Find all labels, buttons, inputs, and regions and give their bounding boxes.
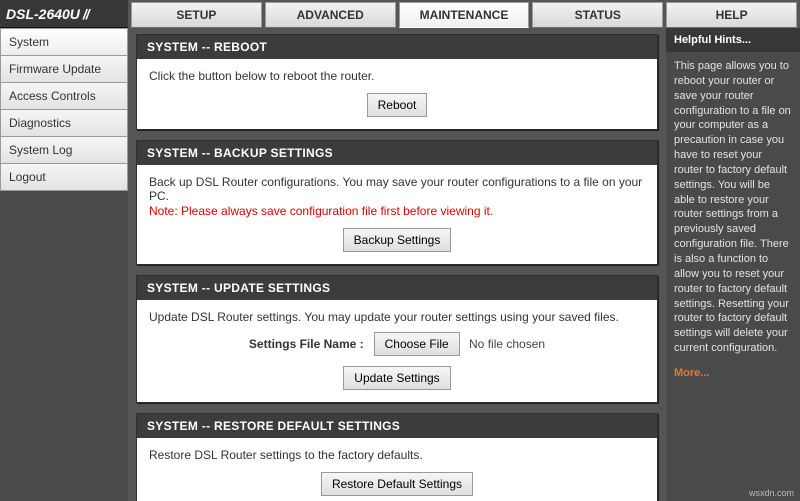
card-restore: SYSTEM -- RESTORE DEFAULT SETTINGS Resto… bbox=[136, 413, 658, 501]
card-restore-title: SYSTEM -- RESTORE DEFAULT SETTINGS bbox=[137, 414, 657, 438]
watermark: wsxdn.com bbox=[749, 488, 794, 498]
reboot-button[interactable]: Reboot bbox=[367, 93, 428, 117]
sidebar-item-system[interactable]: System bbox=[0, 28, 128, 56]
sidebar-item-access-controls[interactable]: Access Controls bbox=[0, 83, 128, 110]
file-label: Settings File Name : bbox=[249, 337, 364, 351]
backup-button[interactable]: Backup Settings bbox=[343, 228, 452, 252]
card-update-title: SYSTEM -- UPDATE SETTINGS bbox=[137, 276, 657, 300]
hints-title: Helpful Hints... bbox=[666, 28, 800, 52]
main-content: SYSTEM -- REBOOT Click the button below … bbox=[128, 28, 666, 501]
update-settings-button[interactable]: Update Settings bbox=[343, 366, 450, 390]
backup-note: Note: Please always save configuration f… bbox=[149, 204, 645, 218]
hints-panel: Helpful Hints... This page allows you to… bbox=[666, 28, 800, 501]
model-text: DSL-2640U bbox=[6, 6, 80, 22]
card-reboot-title: SYSTEM -- REBOOT bbox=[137, 35, 657, 59]
tab-setup[interactable]: SETUP bbox=[131, 2, 262, 28]
card-backup: SYSTEM -- BACKUP SETTINGS Back up DSL Ro… bbox=[136, 140, 658, 265]
card-reboot: SYSTEM -- REBOOT Click the button below … bbox=[136, 34, 658, 130]
sidebar-item-firmware-update[interactable]: Firmware Update bbox=[0, 56, 128, 83]
card-update: SYSTEM -- UPDATE SETTINGS Update DSL Rou… bbox=[136, 275, 658, 403]
update-text: Update DSL Router settings. You may upda… bbox=[149, 310, 645, 324]
restore-default-button[interactable]: Restore Default Settings bbox=[321, 472, 473, 496]
tab-advanced[interactable]: ADVANCED bbox=[265, 2, 396, 28]
tab-maintenance[interactable]: MAINTENANCE bbox=[399, 2, 530, 28]
sidebar-item-diagnostics[interactable]: Diagnostics bbox=[0, 110, 128, 137]
tab-help[interactable]: HELP bbox=[666, 2, 797, 28]
sidebar-item-system-log[interactable]: System Log bbox=[0, 137, 128, 164]
choose-file-button[interactable]: Choose File bbox=[374, 332, 460, 356]
main-tabs: SETUP ADVANCED MAINTENANCE STATUS HELP bbox=[128, 0, 800, 28]
sidebar: System Firmware Update Access Controls D… bbox=[0, 28, 128, 501]
hints-more-link[interactable]: More... bbox=[674, 366, 709, 381]
restore-text: Restore DSL Router settings to the facto… bbox=[149, 448, 645, 462]
backup-text: Back up DSL Router configurations. You m… bbox=[149, 175, 642, 203]
card-backup-title: SYSTEM -- BACKUP SETTINGS bbox=[137, 141, 657, 165]
file-chosen-text: No file chosen bbox=[469, 337, 545, 351]
model-slashes: // bbox=[83, 6, 89, 22]
reboot-text: Click the button below to reboot the rou… bbox=[149, 69, 645, 83]
model-badge: DSL-2640U // bbox=[0, 0, 128, 28]
hints-body-text: This page allows you to reboot your rout… bbox=[674, 60, 791, 354]
sidebar-item-logout[interactable]: Logout bbox=[0, 164, 128, 191]
tab-status[interactable]: STATUS bbox=[532, 2, 663, 28]
